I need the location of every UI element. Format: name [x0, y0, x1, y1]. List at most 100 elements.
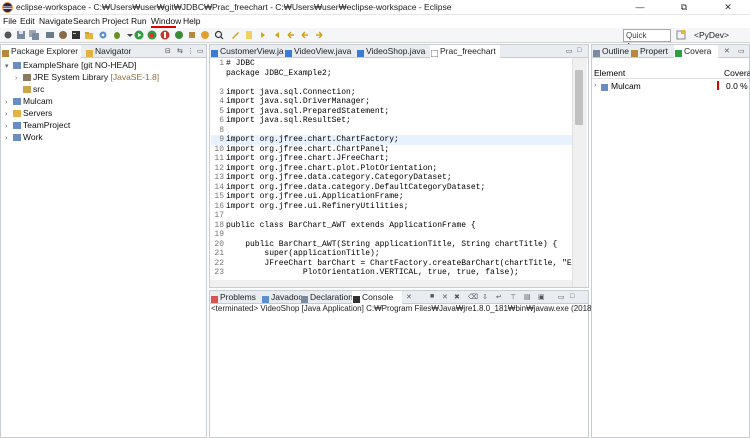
tree-item-exampleshare[interactable]: ▾ ExampleShare [git NO-HEAD] [5, 59, 136, 71]
build-icon[interactable] [45, 30, 55, 40]
collapse-all-icon[interactable]: ⊟ [165, 47, 171, 55]
menu-search[interactable]: Search [73, 16, 100, 26]
remove-all-icon[interactable]: ✖ [454, 293, 460, 301]
pin-console-icon[interactable]: ⊤ [510, 293, 516, 301]
last-edit-icon[interactable] [286, 30, 296, 40]
close-tab-icon[interactable]: ✕ [406, 293, 412, 301]
project-icon [13, 120, 21, 129]
tree-item-jre-library[interactable]: › JRE System Library [JavaSE-1.8] [15, 71, 159, 83]
prev-annotation-icon[interactable] [272, 30, 282, 40]
tree-label: src [33, 84, 45, 94]
annotation-icon[interactable] [244, 30, 254, 40]
tree-item-src[interactable]: src [15, 83, 44, 95]
tab-properties[interactable]: Propert [630, 45, 674, 58]
text-file-icon [430, 48, 439, 58]
search-icon[interactable] [214, 30, 224, 40]
scroll-lock-icon[interactable]: ⇩ [482, 293, 488, 301]
terminate-icon[interactable]: ■ [430, 293, 434, 300]
terminal-icon[interactable] [71, 30, 81, 40]
collapsed-arrow-icon[interactable]: › [5, 133, 13, 145]
maximize-view-icon[interactable]: □ [570, 293, 574, 300]
column-coverage[interactable]: Covera [724, 68, 750, 79]
forward-icon[interactable] [314, 30, 324, 40]
tree-item-servers[interactable]: › Servers [5, 107, 52, 119]
menu-window[interactable]: Window [151, 16, 181, 26]
tab-customerview[interactable]: CustomerView.ja [210, 45, 284, 58]
view-menu-icon[interactable]: ⋮ [187, 47, 194, 55]
tree-label: Mulcam [23, 96, 53, 106]
restore-button[interactable]: ⧉ [662, 0, 706, 15]
tree-item-mulcam[interactable]: › Mulcam [5, 95, 53, 107]
tree-label: Servers [23, 108, 53, 118]
save-icon[interactable] [16, 30, 26, 40]
menu-help[interactable]: Help [183, 16, 200, 26]
folder-icon[interactable] [84, 30, 94, 40]
display-console-icon[interactable]: ▤ [524, 293, 531, 301]
menu-navigate[interactable]: Navigate [39, 16, 73, 26]
save-all-icon[interactable] [29, 30, 39, 40]
menu-run[interactable]: Run [131, 16, 147, 26]
tree-item-work[interactable]: › Work [5, 131, 43, 143]
gear-icon[interactable] [98, 30, 108, 40]
tab-videoview[interactable]: VideoView.java [284, 45, 354, 58]
link-editor-icon[interactable]: ⇆ [177, 47, 183, 55]
console-status-line: <terminated> VideoShop [Java Application… [211, 304, 626, 313]
editor-tabbar: CustomerView.ja VideoView.java VideoShop… [210, 45, 588, 58]
tab-videoshop[interactable]: VideoShop.java [356, 45, 428, 58]
editor-tab-label: VideoShop.java [366, 46, 426, 56]
tab-outline[interactable]: Outline [592, 45, 630, 58]
menu-project[interactable]: Project [102, 16, 128, 26]
minimize-view-icon[interactable]: ▭ [197, 47, 204, 55]
editor-horizontal-scrollbar[interactable] [210, 280, 572, 287]
run-icon[interactable] [134, 30, 144, 40]
minimize-view-icon[interactable]: ▭ [738, 47, 745, 55]
pencil-icon[interactable] [230, 30, 240, 40]
new-icon[interactable] [3, 30, 13, 40]
word-wrap-icon[interactable]: ↵ [496, 293, 502, 301]
open-perspective-icon[interactable] [676, 30, 686, 40]
open-console-icon[interactable]: ▣ [538, 293, 545, 301]
menu-edit[interactable]: Edit [20, 16, 35, 26]
java-file-icon [357, 48, 364, 57]
project-icon [601, 82, 608, 91]
tab-package-explorer[interactable]: Package Explorer [1, 45, 81, 58]
close-tab-icon[interactable]: ✕ [724, 47, 730, 55]
tab-prac-freechart[interactable]: Prac_freechart [430, 45, 500, 58]
column-element[interactable]: Element [594, 68, 625, 79]
code-line: 22 JFreeChart barChart = ChartFactory.cr… [214, 258, 573, 268]
tab-problems-label: Problems [220, 292, 256, 302]
code-line: 1 # JDBC [219, 59, 255, 68]
next-annotation-icon[interactable] [258, 30, 268, 40]
new-package-icon[interactable] [187, 30, 197, 40]
open-type-icon[interactable] [200, 30, 210, 40]
remove-launch-icon[interactable]: ✕ [442, 293, 448, 301]
collapsed-arrow-icon[interactable]: › [594, 80, 596, 92]
clear-console-icon[interactable]: ⌫ [468, 293, 478, 301]
coverage-row[interactable]: › Mulcam 0.0 % [592, 80, 749, 92]
library-icon [23, 72, 31, 81]
editor-scroll-thumb[interactable] [575, 70, 583, 125]
minimize-view-icon[interactable]: ▭ [566, 47, 573, 55]
debug-icon[interactable] [112, 30, 122, 40]
window-title: eclipse-workspace - C:₩Users₩user₩git₩JD… [16, 2, 452, 12]
editor-tab-label: VideoView.java [294, 46, 352, 56]
close-button[interactable]: ✕ [706, 0, 750, 15]
code-area[interactable]: 1 # JDBC package JDBC_Example2; 3 import j… [211, 59, 573, 288]
new-java-class-icon[interactable] [174, 30, 184, 40]
quick-access-input[interactable]: Quick Access [623, 29, 671, 51]
expanded-arrow-icon[interactable]: ▾ [5, 61, 13, 73]
coverage-run-icon[interactable] [147, 30, 157, 40]
eclipse-app-icon [2, 2, 13, 13]
back-icon[interactable] [300, 30, 310, 40]
pydev-perspective-button[interactable]: <PyDev> [694, 29, 748, 42]
menu-file[interactable]: File [3, 16, 17, 26]
declaration-icon [301, 294, 308, 303]
external-tools-icon[interactable] [160, 30, 170, 40]
maximize-view-icon[interactable]: □ [577, 47, 581, 54]
tab-navigator[interactable]: Navigator [85, 45, 145, 58]
tab-coverage[interactable]: Covera [674, 45, 718, 58]
git-icon[interactable] [58, 30, 68, 40]
minimize-view-icon[interactable]: ▭ [558, 293, 565, 301]
minimize-button[interactable]: — [618, 0, 662, 15]
tree-item-teamproject[interactable]: › TeamProject [5, 119, 70, 131]
